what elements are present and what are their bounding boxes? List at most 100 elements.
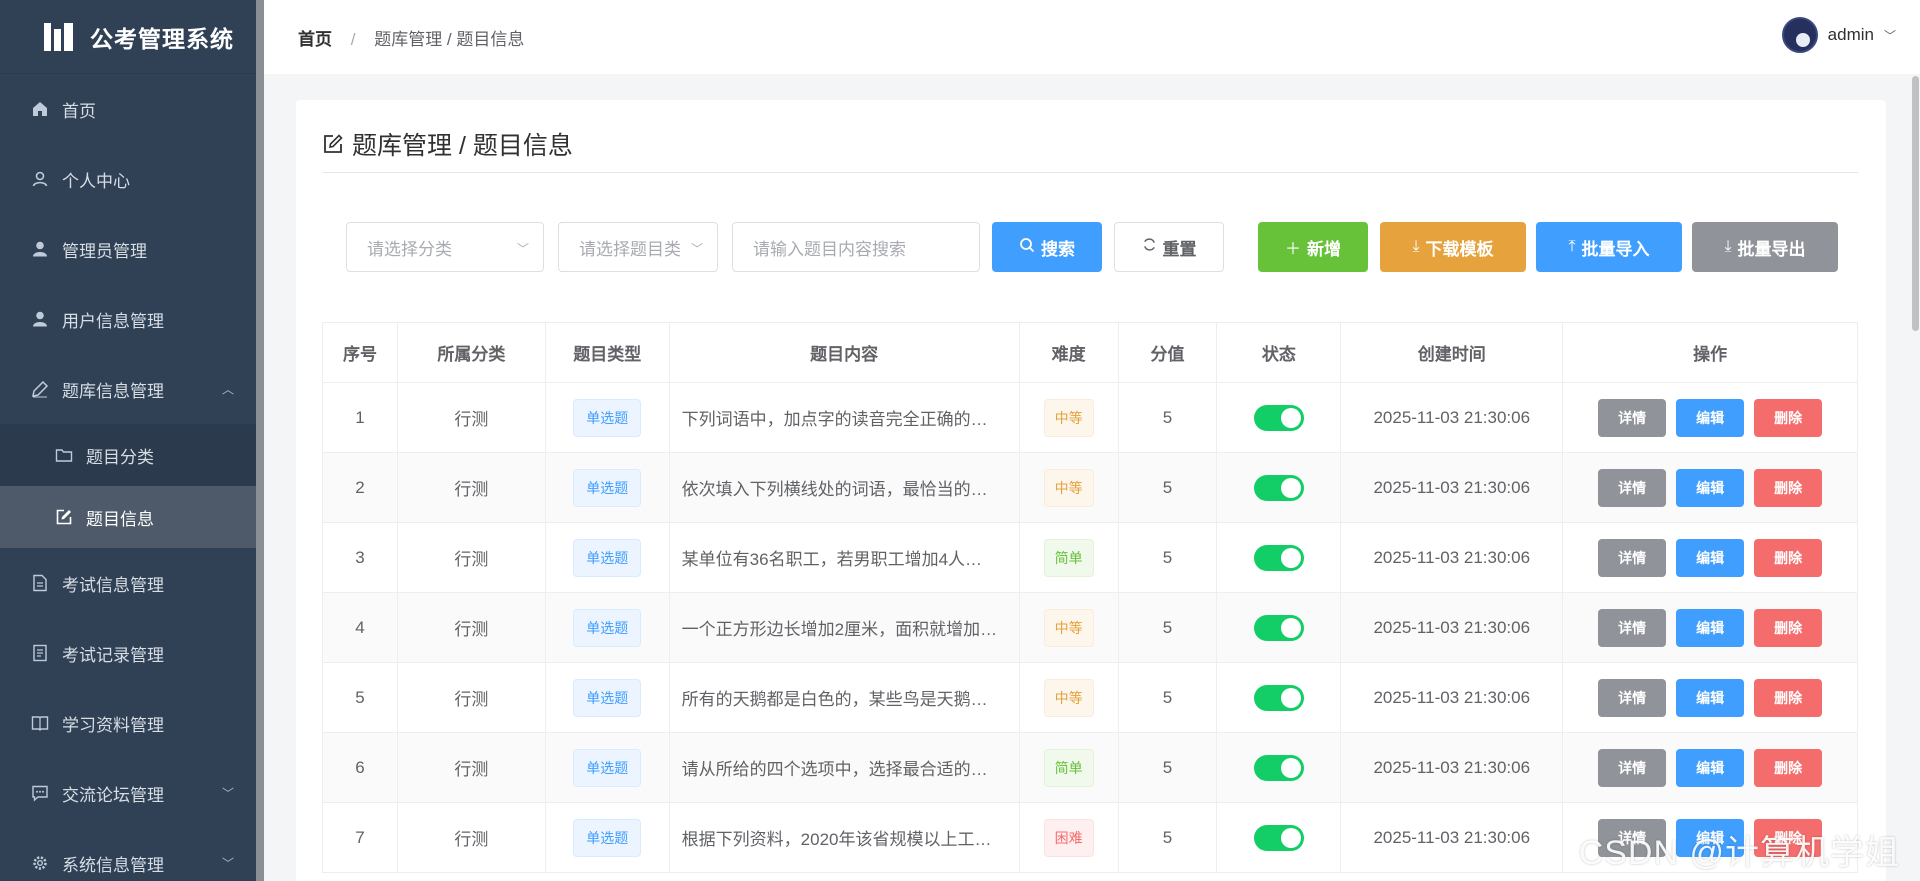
sidebar-item-question-bank[interactable]: 题库信息管理 ︿: [0, 354, 264, 424]
cell-type: 单选题: [544, 662, 670, 733]
user-menu[interactable]: admin ﹀: [1781, 17, 1896, 53]
type-tag: 单选题: [573, 398, 642, 437]
chevron-down-icon[interactable]: ﹀: [1884, 27, 1896, 44]
batch-export-button[interactable]: ⤓ 批量导出: [1692, 222, 1838, 272]
edit-button[interactable]: 编辑: [1676, 398, 1745, 437]
difficulty-tag: 中等: [1043, 678, 1094, 717]
status-toggle[interactable]: [1253, 474, 1304, 501]
batch-import-button[interactable]: ⤒ 批量导入: [1536, 222, 1682, 272]
delete-button[interactable]: 删除: [1754, 398, 1823, 437]
category-select[interactable]: 请选择分类 ﹀: [346, 222, 544, 272]
page-title-text: 题库管理 / 题目信息: [352, 132, 573, 160]
upload-icon: ⤒: [1568, 238, 1576, 255]
edit-button[interactable]: 编辑: [1676, 538, 1745, 577]
delete-button[interactable]: 删除: [1754, 538, 1823, 577]
download-template-button[interactable]: ⤓ 下载模板: [1380, 222, 1526, 272]
table-row: 4 行测 单选题 一个正方形边长增加2厘米，面积就增加… 中等 5 2025-11-03 2…: [322, 592, 1858, 663]
sidebar-scrollbar[interactable]: [256, 0, 264, 881]
sidebar-item-label: 题目分类: [86, 447, 154, 467]
edit-button[interactable]: 编辑: [1676, 608, 1745, 647]
status-toggle[interactable]: [1253, 404, 1304, 431]
avatar[interactable]: [1781, 17, 1818, 53]
delete-button[interactable]: 删除: [1754, 468, 1823, 507]
home-icon: [30, 99, 50, 119]
cell-actions: 详情 编辑 删除: [1562, 522, 1858, 593]
difficulty-tag: 困难: [1043, 818, 1094, 857]
column-header: 所属分类: [396, 322, 546, 383]
sidebar-item-exam-records[interactable]: 考试记录管理: [0, 618, 264, 688]
reset-button-label: 重置: [1162, 239, 1197, 259]
cell-score: 5: [1117, 802, 1218, 873]
app-title: 公考管理系统: [90, 25, 234, 52]
page-scrollbar[interactable]: [1910, 74, 1920, 881]
cell-category: 行测: [396, 452, 546, 523]
cell-actions: 详情 编辑 删除: [1562, 662, 1858, 733]
cell-created: 2025-11-03 21:30:06: [1340, 732, 1564, 803]
delete-button[interactable]: 删除: [1754, 678, 1823, 717]
list-icon: [30, 643, 50, 663]
cell-status: [1216, 522, 1342, 593]
question-table: 序号 所属分类 题目类型 题目内容 难度 分值 状态 创建时间 操作 1 行测 单选…: [322, 322, 1858, 873]
question-content: 请从所给的四个选项中，选择最合适的…: [681, 760, 988, 779]
sidebar-item-profile[interactable]: 个人中心: [0, 144, 264, 214]
sidebar-item-system[interactable]: 系统信息管理 ﹀: [0, 828, 264, 881]
detail-button[interactable]: 详情: [1598, 608, 1667, 647]
cell-category: 行测: [396, 382, 546, 453]
column-header: 题目类型: [544, 322, 670, 383]
edit-button[interactable]: 编辑: [1676, 748, 1745, 787]
sidebar-item-home[interactable]: 首页: [0, 74, 264, 144]
search-button[interactable]: 搜索: [992, 222, 1102, 272]
scrollbar-thumb[interactable]: [1912, 76, 1919, 331]
table-row: 5 行测 单选题 所有的天鹅都是白色的，某些鸟是天鹅… 中等 5 2025-11-03 21…: [322, 662, 1858, 733]
search-input[interactable]: 请输入题目内容搜索: [732, 222, 980, 272]
delete-button[interactable]: 删除: [1754, 748, 1823, 787]
chat-icon: [30, 783, 50, 803]
breadcrumb-home[interactable]: 首页: [298, 30, 332, 49]
cell-category: 行测: [396, 522, 546, 593]
cell-score: 5: [1117, 592, 1218, 663]
detail-button[interactable]: 详情: [1598, 398, 1667, 437]
books-icon: [44, 22, 74, 51]
status-toggle[interactable]: [1253, 824, 1304, 851]
watermark: CSDN @计算机学姐: [1578, 834, 1900, 872]
add-button[interactable]: ＋ 新增: [1258, 222, 1368, 272]
cell-difficulty: 中等: [1018, 592, 1119, 663]
reset-button[interactable]: 重置: [1114, 222, 1224, 272]
question-content: 一个正方形边长增加2厘米，面积就增加…: [681, 620, 998, 639]
status-toggle[interactable]: [1253, 544, 1304, 571]
edit-button[interactable]: 编辑: [1676, 468, 1745, 507]
cell-score: 5: [1117, 382, 1218, 453]
sidebar-item-question-category[interactable]: 题目分类: [0, 424, 264, 486]
detail-button[interactable]: 详情: [1598, 538, 1667, 577]
sidebar-item-study-materials[interactable]: 学习资料管理: [0, 688, 264, 758]
status-toggle[interactable]: [1253, 684, 1304, 711]
difficulty-tag: 中等: [1043, 608, 1094, 647]
cell-no: 3: [322, 522, 398, 593]
sidebar-item-admin[interactable]: 管理员管理: [0, 214, 264, 284]
app-logo[interactable]: 公考管理系统: [0, 0, 264, 74]
cell-no: 1: [322, 382, 398, 453]
detail-button[interactable]: 详情: [1598, 748, 1667, 787]
type-placeholder: 请选择题目类: [579, 239, 681, 259]
sidebar-item-forum[interactable]: 交流论坛管理 ﹀: [0, 758, 264, 828]
edit-button[interactable]: 编辑: [1676, 678, 1745, 717]
detail-button[interactable]: 详情: [1598, 468, 1667, 507]
sidebar-item-label: 学习资料管理: [62, 715, 164, 735]
sidebar-item-question-info[interactable]: 题目信息: [0, 486, 264, 548]
document-icon: [30, 573, 50, 593]
delete-button[interactable]: 删除: [1754, 608, 1823, 647]
cell-content: 依次填入下列横线处的词语，最恰当的…: [668, 452, 1020, 523]
username[interactable]: admin: [1828, 25, 1874, 45]
type-select[interactable]: 请选择题目类 ﹀: [558, 222, 718, 272]
sidebar-item-exam-info[interactable]: 考试信息管理: [0, 548, 264, 618]
type-tag: 单选题: [573, 468, 642, 507]
sidebar-item-users[interactable]: 用户信息管理: [0, 284, 264, 354]
cell-difficulty: 中等: [1018, 382, 1119, 453]
column-header: 难度: [1018, 322, 1119, 383]
book-icon: [30, 713, 50, 733]
cell-difficulty: 中等: [1018, 662, 1119, 733]
detail-button[interactable]: 详情: [1598, 678, 1667, 717]
status-toggle[interactable]: [1253, 754, 1304, 781]
table-row: 1 行测 单选题 下列词语中，加点字的读音完全正确的… 中等 5 2025-11-03 21…: [322, 382, 1858, 453]
status-toggle[interactable]: [1253, 614, 1304, 641]
